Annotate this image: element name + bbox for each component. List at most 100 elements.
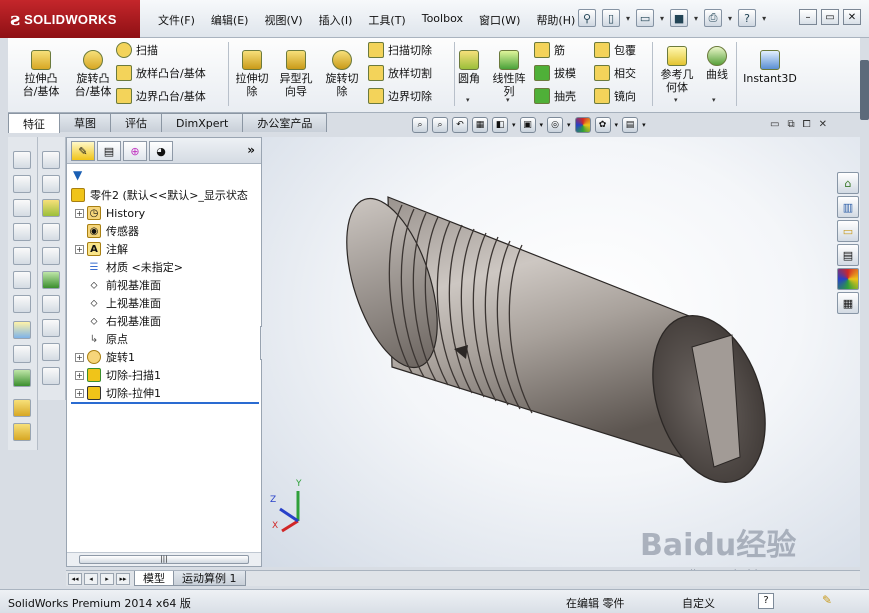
- cube-icon[interactable]: [13, 223, 31, 241]
- side-grip[interactable]: [860, 60, 869, 120]
- extrude-boss-button[interactable]: 拉伸凸 台/基体: [14, 50, 68, 98]
- print-dropdown-icon[interactable]: ▾: [728, 14, 732, 23]
- zoom-to-fit-icon[interactable]: ⌕: [412, 117, 428, 133]
- curves-dropdown-icon[interactable]: ▾: [712, 96, 716, 104]
- zoom-area-icon[interactable]: ⌕: [432, 117, 448, 133]
- extrude-icon[interactable]: [13, 423, 31, 441]
- graphics-restore-icon[interactable]: ⧠: [803, 119, 811, 130]
- menu-file[interactable]: 文件(F): [150, 12, 203, 28]
- solidworks-logo[interactable]: ƨ SOLIDWORKS: [0, 0, 140, 38]
- rollback-bar[interactable]: [71, 402, 259, 404]
- view-orientation-icon[interactable]: ◧: [492, 117, 508, 133]
- tree-item-cut-extrude1[interactable]: + 切除-拉伸1: [67, 384, 263, 402]
- graphics-close-icon[interactable]: ✕: [819, 119, 827, 130]
- save-icon[interactable]: ■: [670, 9, 689, 27]
- menu-help[interactable]: 帮助(H): [528, 12, 583, 28]
- tree-item-origin[interactable]: ↳ 原点: [67, 330, 263, 348]
- tree-item-sensors[interactable]: ◉ 传感器: [67, 222, 263, 240]
- fillet-dropdown-icon[interactable]: ▾: [466, 96, 470, 104]
- menu-view[interactable]: 视图(V): [256, 12, 310, 28]
- tree-item-right-plane[interactable]: ⬦ 右视基准面: [67, 312, 263, 330]
- tree-item-front-plane[interactable]: ⬦ 前视基准面: [67, 276, 263, 294]
- tab-sketch[interactable]: 草图: [59, 113, 111, 132]
- configuration-manager-tab-icon[interactable]: ⊕: [123, 141, 147, 161]
- custom-properties-icon[interactable]: ▦: [837, 292, 859, 314]
- prev-tab-icon[interactable]: ◂: [84, 572, 98, 585]
- minimize-icon[interactable]: –: [799, 9, 817, 25]
- view-settings-icon[interactable]: ▤: [622, 117, 639, 133]
- boundary-cut-button[interactable]: 边界切除: [368, 88, 432, 104]
- table-icon[interactable]: [42, 151, 60, 169]
- view-icon[interactable]: [42, 295, 60, 313]
- pattern-icon[interactable]: [42, 271, 60, 289]
- expand-icon[interactable]: +: [75, 388, 84, 398]
- wrap-button[interactable]: 包覆: [594, 42, 636, 58]
- new-dropdown-icon[interactable]: ▾: [626, 14, 630, 23]
- scrollbar-thumb[interactable]: |||: [79, 555, 249, 564]
- relation-icon[interactable]: [13, 369, 31, 387]
- tab-dimxpert[interactable]: DimXpert: [161, 113, 244, 132]
- tree-item-material[interactable]: ☰ 材质 <未指定>: [67, 258, 263, 276]
- open-dropdown-icon[interactable]: ▾: [660, 14, 664, 23]
- new-document-icon[interactable]: ▯: [602, 9, 620, 27]
- expand-icon[interactable]: +: [75, 352, 84, 362]
- swept-cut-button[interactable]: 扫描切除: [368, 42, 432, 58]
- menu-insert[interactable]: 插入(I): [311, 12, 361, 28]
- lofted-cut-button[interactable]: 放样切割: [368, 65, 432, 81]
- appearances-icon[interactable]: [837, 268, 859, 290]
- horizontal-scrollbar[interactable]: |||: [67, 552, 261, 566]
- rib-button[interactable]: 筋: [534, 42, 565, 58]
- menu-window[interactable]: 窗口(W): [471, 12, 528, 28]
- next-tab-icon[interactable]: ▸: [100, 572, 114, 585]
- view-icon[interactable]: [42, 223, 60, 241]
- boundary-boss-button[interactable]: 边界凸台/基体: [116, 88, 206, 104]
- tree-item-history[interactable]: + ◷ History: [67, 204, 263, 222]
- home-icon[interactable]: ⌂: [837, 172, 859, 194]
- save-dropdown-icon[interactable]: ▾: [694, 14, 698, 23]
- ref-geometry-dropdown-icon[interactable]: ▾: [674, 96, 678, 104]
- cube-icon[interactable]: [13, 247, 31, 265]
- hide-show-dropdown-icon[interactable]: ▾: [567, 121, 571, 129]
- tree-root[interactable]: 零件2 (默认<<默认>_显示状态: [67, 186, 263, 204]
- close-icon[interactable]: ✕: [843, 9, 861, 25]
- intersect-button[interactable]: 相交: [594, 65, 636, 81]
- extrude-icon[interactable]: [13, 399, 31, 417]
- last-tab-icon[interactable]: ▸▸: [116, 572, 130, 585]
- previous-view-icon[interactable]: ↶: [452, 117, 468, 133]
- tab-model[interactable]: 模型: [134, 571, 174, 586]
- property-manager-tab-icon[interactable]: ▤: [97, 141, 121, 161]
- first-tab-icon[interactable]: ◂◂: [68, 572, 82, 585]
- help-icon[interactable]: ?: [738, 9, 757, 27]
- display-style-icon[interactable]: ▣: [519, 117, 536, 133]
- revolve-boss-button[interactable]: 旋转凸 台/基体: [66, 50, 120, 98]
- view-settings-dropdown-icon[interactable]: ▾: [642, 121, 646, 129]
- print-icon[interactable]: ⎙: [704, 9, 723, 27]
- menu-edit[interactable]: 编辑(E): [203, 12, 257, 28]
- cube-icon[interactable]: [13, 175, 31, 193]
- tree-item-annotations[interactable]: + A 注解: [67, 240, 263, 258]
- tab-motion-study[interactable]: 运动算例 1: [173, 571, 246, 586]
- draft-button[interactable]: 拔模: [534, 65, 576, 81]
- view-icon[interactable]: [42, 343, 60, 361]
- expand-icon[interactable]: +: [75, 244, 84, 254]
- feature-manager-tab-icon[interactable]: ✎: [71, 141, 95, 161]
- help-dropdown-icon[interactable]: ▾: [762, 14, 766, 23]
- display-manager-tab-icon[interactable]: ◕: [149, 141, 173, 161]
- revolve-cut-button[interactable]: 旋转切 除: [320, 50, 364, 98]
- appearance-icon[interactable]: [574, 117, 591, 133]
- tree-item-revolve1[interactable]: + 旋转1: [67, 348, 263, 366]
- filter-icon[interactable]: ▼: [73, 168, 82, 182]
- instant3d-button[interactable]: Instant3D: [738, 50, 802, 85]
- sweep-button[interactable]: 扫描: [116, 42, 158, 58]
- line-icon[interactable]: [13, 345, 31, 363]
- feature-icon[interactable]: [42, 199, 60, 217]
- mirror-button[interactable]: 镜向: [594, 88, 636, 104]
- cube-icon[interactable]: [13, 271, 31, 289]
- cube-icon[interactable]: [13, 199, 31, 217]
- expand-icon[interactable]: +: [75, 208, 84, 218]
- hole-wizard-button[interactable]: 异型孔 向导: [274, 50, 318, 98]
- view-icon[interactable]: [42, 319, 60, 337]
- linear-pattern-button[interactable]: 线性阵 列: [486, 50, 532, 98]
- tab-features[interactable]: 特征: [8, 113, 60, 133]
- status-pin-icon[interactable]: ✎: [822, 593, 838, 609]
